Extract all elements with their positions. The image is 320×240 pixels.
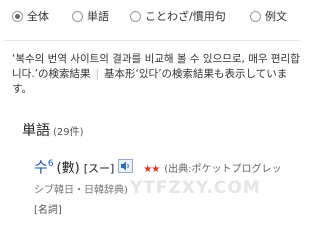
tab-examples-label: 例文 <box>265 10 287 23</box>
info-separator: | <box>95 68 100 80</box>
entry-dictionary-name: シブ韓日・日韓辞典) <box>34 185 128 196</box>
result-count: (29件) <box>53 127 84 138</box>
entry-pronunciation: [スー] <box>83 162 115 175</box>
radio-words[interactable] <box>72 10 83 22</box>
entry-kanji: (數) <box>56 161 80 176</box>
tab-proverbs-label: ことわざ/慣用句 <box>145 10 226 23</box>
tab-words-label: 単語 <box>87 10 109 23</box>
speaker-icon[interactable] <box>118 159 134 173</box>
section-title: 単語 <box>22 123 50 139</box>
search-scope-tabs: 全体 単語 ことわざ/慣用句 例文 <box>0 8 304 30</box>
dictionary-entry: 수6 (數) [スー] ★★ (出典:ポケットプログレッ <box>34 156 282 177</box>
base-form-note-prefix: 基本形‘있다’ <box>104 68 162 80</box>
section-heading-words: 単語 (29件) <box>22 120 84 140</box>
search-result-info: ‘복수의 번역 사이트의 결과를 비교해 볼 수 있으므로, 매우 편리합니다.… <box>12 52 302 97</box>
entry-source: (出典:ポケットプログレッ <box>164 164 282 175</box>
tab-all-label: 全体 <box>27 10 49 23</box>
divider <box>4 40 300 41</box>
part-of-speech: [名詞] <box>34 205 62 216</box>
homograph-number: 6 <box>47 159 54 169</box>
tab-words[interactable]: 単語 <box>72 8 109 24</box>
watermark: YTFZXY.COM <box>130 178 261 198</box>
tab-proverbs[interactable]: ことわざ/慣用句 <box>130 8 226 24</box>
radio-proverbs[interactable] <box>130 10 141 22</box>
tab-all[interactable]: 全体 <box>12 8 49 24</box>
radio-examples[interactable] <box>250 10 261 22</box>
tab-examples[interactable]: 例文 <box>250 8 287 24</box>
search-result-suffix: の検索結果 <box>38 68 91 80</box>
headword-text[interactable]: 수 <box>34 158 48 176</box>
radio-all[interactable] <box>12 10 23 22</box>
rating-stars: ★★ <box>143 164 160 175</box>
entry-headword[interactable]: 수6 <box>34 156 54 177</box>
